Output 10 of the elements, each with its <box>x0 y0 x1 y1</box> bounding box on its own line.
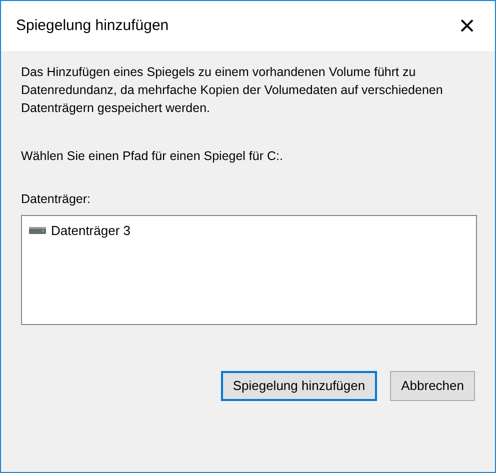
drive-icon <box>29 226 46 234</box>
dialog-button[interactable]: Spiegelung hinzufügen <box>220 370 378 400</box>
list-item[interactable]: Datenträger 3 <box>24 220 474 241</box>
list-label: Datenträger: <box>21 190 92 208</box>
dialog-button[interactable]: Abbrechen <box>390 370 475 400</box>
window-title: Spiegelung hinzufügen <box>16 16 169 36</box>
disk-list[interactable]: Datenträger 3 <box>21 214 477 324</box>
prompt-text: Wählen Sie einen Pfad für einen Spiegel für C:. <box>21 148 284 165</box>
description-text: Das Hinzufügen eines Spiegels zu einem vorhandenen Volume führt zu Datenredundanz, da mehrfache Kopien der Volumedaten auf verschiedenen Datenträgern gespeichert werden. <box>21 64 444 117</box>
close-button[interactable]: × <box>449 8 485 44</box>
